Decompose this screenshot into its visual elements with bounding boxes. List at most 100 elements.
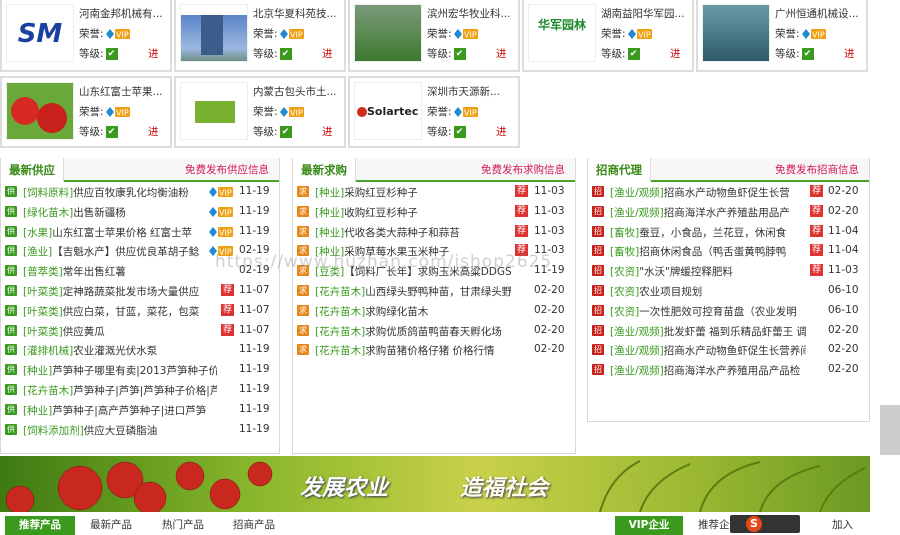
item-category[interactable]: [花卉苗木] xyxy=(315,286,365,298)
item-title[interactable]: 芦笋种子|高产芦笋种子|进口芦笋 xyxy=(52,405,206,417)
enter-link[interactable]: 进 xyxy=(496,46,507,61)
list-item[interactable]: 求 [花卉苗木]求购绿化苗木 02-20 xyxy=(293,301,575,321)
item-link[interactable]: [畜牧]招商休闲食品（鸭舌蛋黄鸭脖鸭 xyxy=(610,244,806,259)
item-title[interactable]: 山东红富士苹果价格 红富士苹 xyxy=(52,227,192,239)
company-card[interactable]: 北京华夏科苑技... 荣誉: VIP 等级: ✔ 进 xyxy=(174,0,346,72)
item-category[interactable]: [种业] xyxy=(23,405,52,417)
item-link[interactable]: [种业]芦笋种子|高产芦笋种子|进口芦笋 xyxy=(23,403,217,418)
item-category[interactable]: [绿化苗木] xyxy=(23,207,73,219)
company-card[interactable]: 华军园林 湖南益阳华军园... 荣誉: VIP 等级: ✔ 进 xyxy=(522,0,694,72)
item-title[interactable]: 一次性肥效可控育苗盘（农业发明 xyxy=(639,306,797,318)
item-link[interactable]: [饲料原料]供应百牧康乳化均衡油粉 xyxy=(23,185,217,200)
item-link[interactable]: [叶菜类]供应白菜，甘蓝，菜花，包菜 xyxy=(23,304,217,319)
list-item[interactable]: 招 [农资]一次性肥效可控育苗盘（农业发明 06-10 xyxy=(588,301,869,321)
item-title[interactable]: 代收各类大蒜种子和蒜苔 xyxy=(344,227,460,239)
item-title[interactable]: 常年出售红薯 xyxy=(63,266,126,278)
company-title[interactable]: 山东红富士苹果... xyxy=(79,84,169,99)
item-link[interactable]: [绿化苗木]出售新疆杨 xyxy=(23,205,217,220)
item-category[interactable]: [渔业] xyxy=(23,246,52,258)
enter-link[interactable]: 进 xyxy=(670,46,681,61)
item-title[interactable]: 求购优质鸽苗鸭苗春天孵化场 xyxy=(365,326,502,338)
item-link[interactable]: [种业]采购红豆杉种子 xyxy=(315,185,511,200)
item-title[interactable]: 批发虾蕾 福到乐精品虾蕾王 调 xyxy=(664,326,806,338)
company-title[interactable]: 滨州宏华牧业科... xyxy=(427,6,517,21)
list-item[interactable]: 求 [种业]代收各类大蒜种子和蒜苔荐 11-03 xyxy=(293,222,575,242)
list-item[interactable]: 求 [花卉苗木]山西绿头野鸭种苗，甘肃绿头野 02-20 xyxy=(293,281,575,301)
list-item[interactable]: 供 [叶菜类]供应白菜，甘蓝，菜花，包菜荐 11-07 xyxy=(1,301,279,321)
item-category[interactable]: [普萃类] xyxy=(23,266,63,278)
company-card[interactable]: 内蒙古包头市土... 荣誉: VIP 等级: ✔ 进 xyxy=(174,76,346,148)
item-title[interactable]: 芦笋种子|芦笋|芦笋种子价格|芦 xyxy=(73,385,217,397)
item-title[interactable]: 招商水产动物鱼虾促生长营养间 xyxy=(664,345,806,357)
item-category[interactable]: [花卉苗木] xyxy=(315,326,365,338)
company-logo[interactable] xyxy=(6,82,74,140)
item-link[interactable]: [花卉苗木]求购优质鸽苗鸭苗春天孵化场 xyxy=(315,324,511,339)
item-link[interactable]: [渔业]【吉魁水产】供应优良革胡子鲶 xyxy=(23,244,217,259)
agency-tab[interactable]: 招商代理 xyxy=(588,158,651,182)
item-title[interactable]: 供应大豆磷脂油 xyxy=(84,425,158,437)
list-item[interactable]: 供 [水果]山东红富士苹果价格 红富士苹 VIP 11-19 xyxy=(1,222,279,242)
item-link[interactable]: [灌排机械]农业灌溉光伏水泵 xyxy=(23,343,217,358)
item-link[interactable]: [花卉苗木]芦笋种子|芦笋|芦笋种子价格|芦 xyxy=(23,383,217,398)
item-title[interactable]: 供应百牧康乳化均衡油粉 xyxy=(73,187,189,199)
supply-tab[interactable]: 最新供应 xyxy=(1,158,64,182)
list-item[interactable]: 求 [种业]收购红豆杉种子荐 11-03 xyxy=(293,202,575,222)
tab-vip-companies[interactable]: VIP企业 xyxy=(615,516,683,535)
item-title[interactable]: 招商休闲食品（鸭舌蛋黄鸭脖鸭 xyxy=(639,246,786,258)
publish-supply-link[interactable]: 免费发布供应信息 xyxy=(185,158,269,182)
item-title[interactable]: 芦笋种子哪里有卖|2013芦笋种子价 xyxy=(52,365,217,377)
list-item[interactable]: 招 [渔业/观频]招商海洋水产养殖用品产品检 02-20 xyxy=(588,360,869,380)
ime-s-icon[interactable]: S xyxy=(746,516,762,532)
company-card[interactable]: Solartec 深圳市天源新... 荣誉: VIP 等级: ✔ 进 xyxy=(348,76,520,148)
item-link[interactable]: [花卉苗木]求购绿化苗木 xyxy=(315,304,511,319)
company-logo[interactable]: SM xyxy=(6,4,74,62)
item-link[interactable]: [渔业/观频]批发虾蕾 福到乐精品虾蕾王 调 xyxy=(610,324,806,339)
list-item[interactable]: 招 [渔业/观频]招商水产动物鱼虾促生长营荐 02-20 xyxy=(588,182,869,202)
list-item[interactable]: 供 [种业]芦笋种子|高产芦笋种子|进口芦笋 11-19 xyxy=(1,400,279,420)
demand-tab[interactable]: 最新求购 xyxy=(293,158,356,182)
item-link[interactable]: [渔业/观频]招商海洋水产养殖用品产品检 xyxy=(610,363,806,378)
enter-link[interactable]: 进 xyxy=(844,46,855,61)
item-title[interactable]: 招商海洋水产养殖盐用品产 xyxy=(664,207,790,219)
item-link[interactable]: [渔业/观频]招商水产动物鱼虾促生长营 xyxy=(610,185,806,200)
list-item[interactable]: 招 [畜牧]招商休闲食品（鸭舌蛋黄鸭脖鸭荐 11-04 xyxy=(588,241,869,261)
list-item[interactable]: 供 [灌排机械]农业灌溉光伏水泵 11-19 xyxy=(1,340,279,360)
company-title[interactable]: 深圳市天源新... xyxy=(427,84,517,99)
item-title[interactable]: 农业灌溉光伏水泵 xyxy=(73,345,157,357)
item-title[interactable]: 供应黄瓜 xyxy=(63,326,105,338)
item-category[interactable]: [叶菜类] xyxy=(23,306,63,318)
list-item[interactable]: 供 [绿化苗木]出售新疆杨 VIP 11-19 xyxy=(1,202,279,222)
item-title[interactable]: 求购绿化苗木 xyxy=(365,306,428,318)
list-item[interactable]: 供 [花卉苗木]芦笋种子|芦笋|芦笋种子价格|芦 11-19 xyxy=(1,380,279,400)
company-logo[interactable] xyxy=(180,82,248,140)
item-title[interactable]: 采购红豆杉种子 xyxy=(344,187,418,199)
company-logo[interactable]: 华军园林 xyxy=(528,4,596,62)
item-link[interactable]: [水果]山东红富士苹果价格 红富士苹 xyxy=(23,225,217,240)
publish-demand-link[interactable]: 免费发布求购信息 xyxy=(481,158,565,182)
item-category[interactable]: [农资] xyxy=(610,286,639,298)
list-item[interactable]: 招 [渔业/观频]招商水产动物鱼虾促生长营养间 02-20 xyxy=(588,340,869,360)
item-category[interactable]: [渔业/观频] xyxy=(610,345,664,357)
item-category[interactable]: [灌排机械] xyxy=(23,345,73,357)
company-title[interactable]: 河南金邦机械有... xyxy=(79,6,169,21)
list-item[interactable]: 招 [渔业/观频]招商海洋水产养殖盐用品产荐 02-20 xyxy=(588,202,869,222)
item-category[interactable]: [农资] xyxy=(610,306,639,318)
list-item[interactable]: 求 [种业]采购红豆杉种子荐 11-03 xyxy=(293,182,575,202)
item-link[interactable]: [种业]收购红豆杉种子 xyxy=(315,205,511,220)
company-card[interactable]: SM 河南金邦机械有... 荣誉: VIP 等级: ✔ 进 xyxy=(0,0,172,72)
tab-latest-products[interactable]: 最新产品 xyxy=(90,516,132,535)
item-title[interactable]: 蚕豆，小食品，兰花豆，休闲食 xyxy=(639,227,786,239)
list-item[interactable]: 供 [饲料原料]供应百牧康乳化均衡油粉 VIP 11-19 xyxy=(1,182,279,202)
tab-recommend-products[interactable]: 推荐产品 xyxy=(5,516,75,535)
item-category[interactable]: [叶菜类] xyxy=(23,326,63,338)
company-card[interactable]: 滨州宏华牧业科... 荣誉: VIP 等级: ✔ 进 xyxy=(348,0,520,72)
item-title[interactable]: 供应白菜，甘蓝，菜花，包菜 xyxy=(63,306,200,318)
company-card[interactable]: 山东红富士苹果... 荣誉: VIP 等级: ✔ 进 xyxy=(0,76,172,148)
company-logo[interactable] xyxy=(180,4,248,62)
item-category[interactable]: [渔业/观频] xyxy=(610,187,664,199)
company-card[interactable]: 广州恒通机械设... 荣誉: VIP 等级: ✔ 进 xyxy=(696,0,868,72)
enter-link[interactable]: 进 xyxy=(496,124,507,139)
list-item[interactable]: 供 [饲料添加剂]供应大豆磷脂油 11-19 xyxy=(1,420,279,440)
ime-toolbar[interactable]: S xyxy=(730,515,800,533)
item-title[interactable]: 山西绿头野鸭种苗，甘肃绿头野 xyxy=(365,286,511,298)
